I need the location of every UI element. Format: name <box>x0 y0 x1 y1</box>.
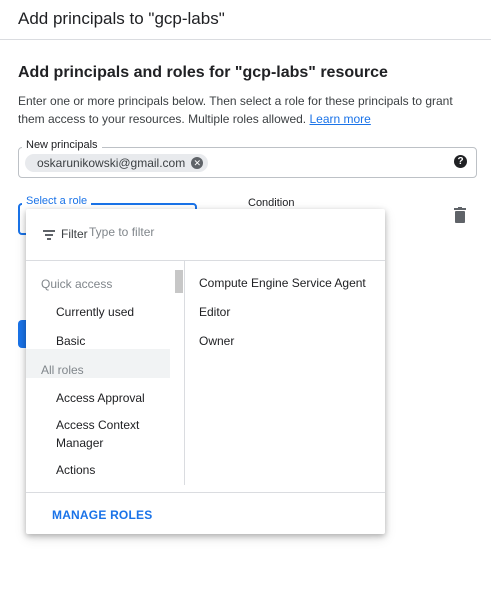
learn-more-link[interactable]: Learn more <box>309 112 370 126</box>
page-header: Add principals to "gcp-labs" <box>0 0 491 40</box>
category-item-basic[interactable]: Basic <box>56 332 85 350</box>
dropdown-footer: MANAGE ROLES <box>26 492 385 535</box>
category-item-access-context-manager[interactable]: Access Context Manager <box>56 416 156 452</box>
category-item-access-approval[interactable]: Access Approval <box>56 389 145 407</box>
manage-roles-button[interactable]: MANAGE ROLES <box>52 508 152 522</box>
group-label-all-roles: All roles <box>41 363 84 377</box>
role-category-list: Quick access Currently used Basic All ro… <box>26 261 185 485</box>
new-principals-label: New principals <box>22 139 102 151</box>
category-item-actions[interactable]: Actions <box>56 461 95 479</box>
principal-chip-label: oskarunikowski@gmail.com <box>37 156 186 170</box>
filter-bar: Filter <box>26 209 385 261</box>
section-description: Enter one or more principals below. Then… <box>18 92 478 128</box>
role-item-owner[interactable]: Owner <box>199 334 234 348</box>
filter-input[interactable] <box>89 225 289 239</box>
principal-chip[interactable]: oskarunikowski@gmail.com ✕ <box>25 154 209 172</box>
page-title: Add principals to "gcp-labs" <box>18 9 225 28</box>
group-label-quick-access: Quick access <box>41 277 113 291</box>
category-item-currently-used[interactable]: Currently used <box>56 303 134 321</box>
condition-label: Condition <box>248 197 295 209</box>
filter-icon <box>43 230 55 240</box>
category-scrollbar[interactable] <box>175 270 183 293</box>
select-role-label: Select a role <box>22 195 92 207</box>
role-item-compute-engine-service-agent[interactable]: Compute Engine Service Agent <box>199 276 366 290</box>
add-principals-page: Add principals to "gcp-labs" Add princip… <box>0 0 491 605</box>
filter-label: Filter <box>61 227 88 241</box>
trash-icon[interactable] <box>454 207 466 223</box>
help-icon[interactable]: ? <box>454 155 467 168</box>
description-text: Enter one or more principals below. Then… <box>18 94 453 126</box>
section-title: Add principals and roles for "gcp-labs" … <box>18 64 388 81</box>
chip-remove-icon[interactable]: ✕ <box>191 157 204 169</box>
role-dropdown: Filter Quick access Currently used Basic… <box>26 209 385 534</box>
role-item-editor[interactable]: Editor <box>199 305 230 319</box>
